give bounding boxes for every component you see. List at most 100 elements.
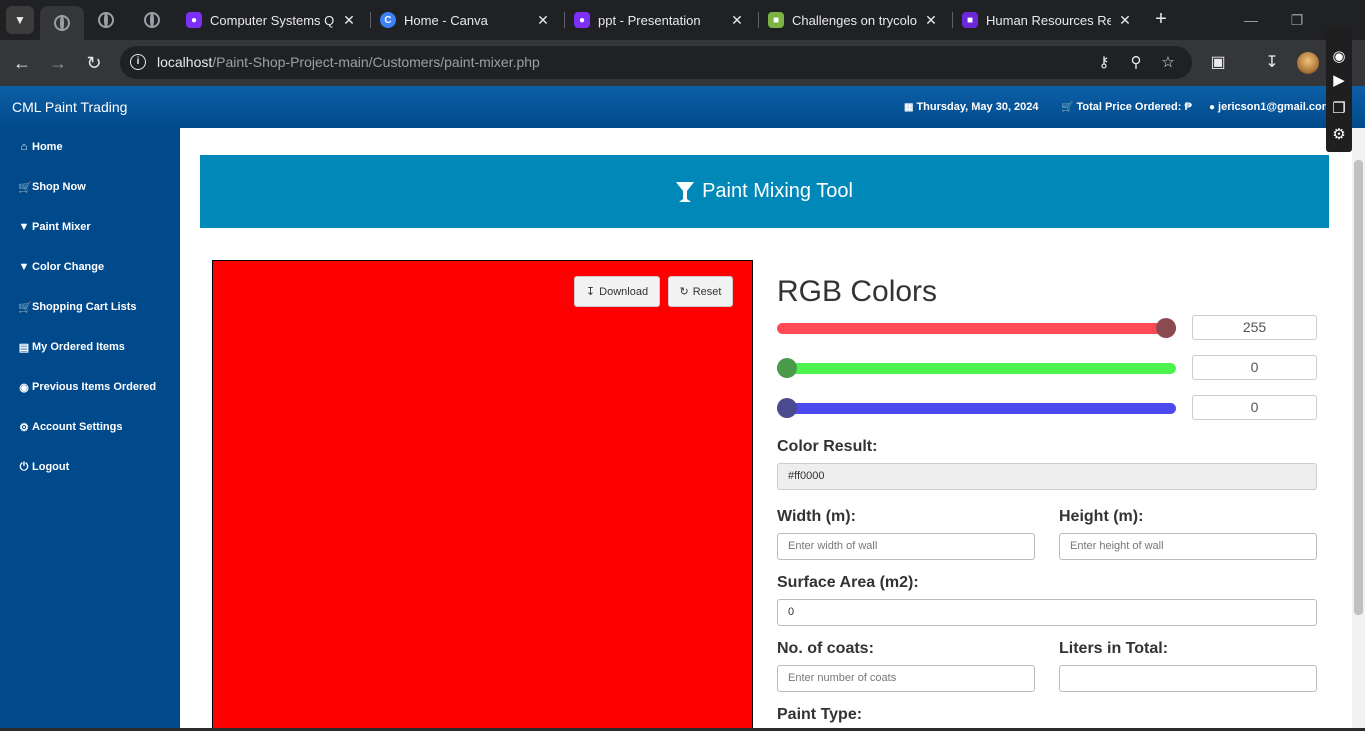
forward-button[interactable]: →	[46, 51, 70, 75]
surface-area-input[interactable]: 0	[777, 599, 1317, 626]
window-icon[interactable]: ❐	[1330, 100, 1348, 118]
profile-avatar[interactable]	[1297, 52, 1319, 74]
height-input[interactable]: Enter height of wall	[1059, 533, 1317, 560]
page-scrollbar[interactable]	[1352, 128, 1365, 731]
sidebar-item-label: Home	[32, 141, 63, 153]
new-tab-button[interactable]: +	[1150, 8, 1172, 30]
brand-title[interactable]: CML Paint Trading	[12, 99, 127, 115]
sidebar-item-label: Paint Mixer	[32, 221, 91, 233]
rgb-title: RGB Colors	[777, 275, 938, 308]
minimize-button[interactable]: —	[1239, 8, 1263, 32]
globe-icon	[144, 12, 160, 28]
sidebar-item-my-ordered-items[interactable]: ▤ My Ordered Items	[18, 338, 125, 356]
zoom-icon[interactable]: ⚲	[1126, 53, 1146, 73]
header-user[interactable]: ● jericson1@gmail.com	[1209, 101, 1331, 113]
red-value-input[interactable]: 255	[1192, 315, 1317, 340]
filter-icon: ▼	[18, 261, 30, 273]
page-title: Paint Mixing Tool	[702, 180, 853, 202]
gear-icon: ⚙	[19, 421, 29, 434]
close-icon[interactable]: ✕	[534, 11, 552, 29]
back-button[interactable]: ←	[10, 51, 34, 75]
password-key-icon[interactable]: ⚷	[1094, 53, 1114, 73]
tab-title: Challenges on trycolors	[792, 12, 917, 28]
green-slider-thumb[interactable]	[777, 358, 797, 378]
main-content: Paint Mixing Tool ↧ Download ↻ Reset RGB…	[180, 128, 1365, 731]
download-icon[interactable]: ↧	[1261, 52, 1283, 74]
tab-search-button[interactable]: ▼	[6, 6, 34, 34]
download-label: Download	[599, 285, 649, 298]
green-value-input[interactable]: 0	[1192, 355, 1317, 380]
surface-area-label: Surface Area (m2):	[777, 574, 919, 591]
quiz-icon: ●	[186, 12, 202, 28]
download-icon: ↧	[585, 286, 596, 298]
red-slider-track[interactable]	[777, 323, 1176, 334]
close-icon[interactable]: ✕	[340, 11, 358, 29]
tab-ppt[interactable]: ● ppt - Presentation ✕	[574, 6, 746, 34]
coats-input[interactable]: Enter number of coats	[777, 665, 1035, 692]
sidebar-item-label: My Ordered Items	[32, 341, 125, 353]
tab-pinned-active[interactable]	[40, 6, 84, 40]
tab-divider	[564, 12, 565, 28]
reset-button[interactable]: ↻ Reset	[668, 276, 733, 307]
user-icon: ●	[1209, 102, 1216, 113]
home-icon: ⌂	[20, 141, 28, 153]
liters-label: Liters in Total:	[1059, 640, 1169, 657]
close-icon[interactable]: ✕	[1116, 11, 1134, 29]
camera-icon[interactable]: ◉	[1330, 48, 1348, 66]
red-slider-thumb[interactable]	[1156, 318, 1176, 338]
color-result-label: Color Result:	[777, 438, 878, 455]
tab-pinned-2[interactable]	[84, 4, 128, 36]
sidebar-item-account-settings[interactable]: ⚙ Account Settings	[18, 418, 122, 436]
scrollbar-thumb[interactable]	[1354, 160, 1363, 615]
width-input[interactable]: Enter width of wall	[777, 533, 1035, 560]
blue-slider-thumb[interactable]	[777, 398, 797, 418]
plus-icon: +	[1155, 8, 1167, 30]
header-total-price[interactable]: 🛒 Total Price Ordered: ₱	[1061, 101, 1192, 113]
color-result-field[interactable]: #ff0000	[777, 463, 1317, 490]
url-path: /Paint-Shop-Project-main/Customers/paint…	[212, 54, 540, 70]
download-button[interactable]: ↧ Download	[574, 276, 660, 307]
tab-canva[interactable]: C Home - Canva ✕	[380, 6, 552, 34]
address-bar[interactable]: i localhost/Paint-Shop-Project-main/Cust…	[120, 46, 1192, 79]
close-icon[interactable]: ✕	[922, 11, 940, 29]
tab-divider	[370, 12, 371, 28]
chevron-down-icon: ▼	[14, 13, 26, 27]
video-icon[interactable]: ▶	[1330, 72, 1348, 90]
refresh-icon: ↻	[679, 286, 689, 298]
blue-slider-track[interactable]	[777, 403, 1176, 414]
close-icon[interactable]: ✕	[728, 11, 746, 29]
restore-icon: ❐	[1290, 12, 1304, 28]
gear-icon[interactable]: ⚙	[1330, 126, 1348, 144]
sidebar-item-logout[interactable]: ⏻ Logout	[18, 458, 70, 476]
tab-computer-systems[interactable]: ● Computer Systems Qui ✕	[186, 6, 358, 34]
sidebar-item-home[interactable]: ⌂ Home	[18, 138, 63, 156]
sidebar-item-label: Logout	[32, 461, 70, 473]
url-host: localhost	[157, 54, 213, 70]
sidebar-item-shop-now[interactable]: 🛒 Shop Now	[18, 178, 86, 196]
maximize-button[interactable]: ❐	[1285, 8, 1309, 32]
sidebar-item-paint-mixer[interactable]: ▼ Paint Mixer	[18, 218, 91, 236]
globe-icon	[54, 15, 70, 31]
height-label: Height (m):	[1059, 508, 1144, 525]
hr-icon: ■	[962, 12, 978, 28]
star-icon[interactable]: ☆	[1158, 53, 1178, 73]
blue-value-input[interactable]: 0	[1192, 395, 1317, 420]
url-text[interactable]: localhost/Paint-Shop-Project-main/Custom…	[157, 54, 540, 70]
reload-button[interactable]: ↻	[82, 51, 106, 75]
tab-title: Home - Canva	[404, 12, 488, 28]
sidebar-item-shopping-cart[interactable]: 🛒 Shopping Cart Lists	[18, 298, 137, 316]
tab-trycolors[interactable]: ■ Challenges on trycolors ✕	[768, 6, 940, 34]
arrow-right-icon: →	[49, 53, 67, 73]
green-slider-track[interactable]	[777, 363, 1176, 374]
extensions-icon[interactable]: ▣	[1207, 52, 1229, 74]
liters-input[interactable]	[1059, 665, 1317, 692]
trycolors-icon: ■	[768, 12, 784, 28]
sidebar-item-color-change[interactable]: ▼ Color Change	[18, 258, 105, 276]
color-preview-canvas	[212, 260, 753, 731]
tab-pinned-3[interactable]	[130, 4, 174, 36]
site-info-icon[interactable]: i	[130, 54, 146, 70]
sidebar-item-previous-items[interactable]: ◉ Previous Items Ordered	[18, 378, 156, 396]
cart-icon: 🛒	[1061, 102, 1074, 113]
tab-human-resources[interactable]: ■ Human Resources Resu ✕	[962, 6, 1134, 34]
user-email: jericson1@gmail.com	[1218, 101, 1332, 113]
